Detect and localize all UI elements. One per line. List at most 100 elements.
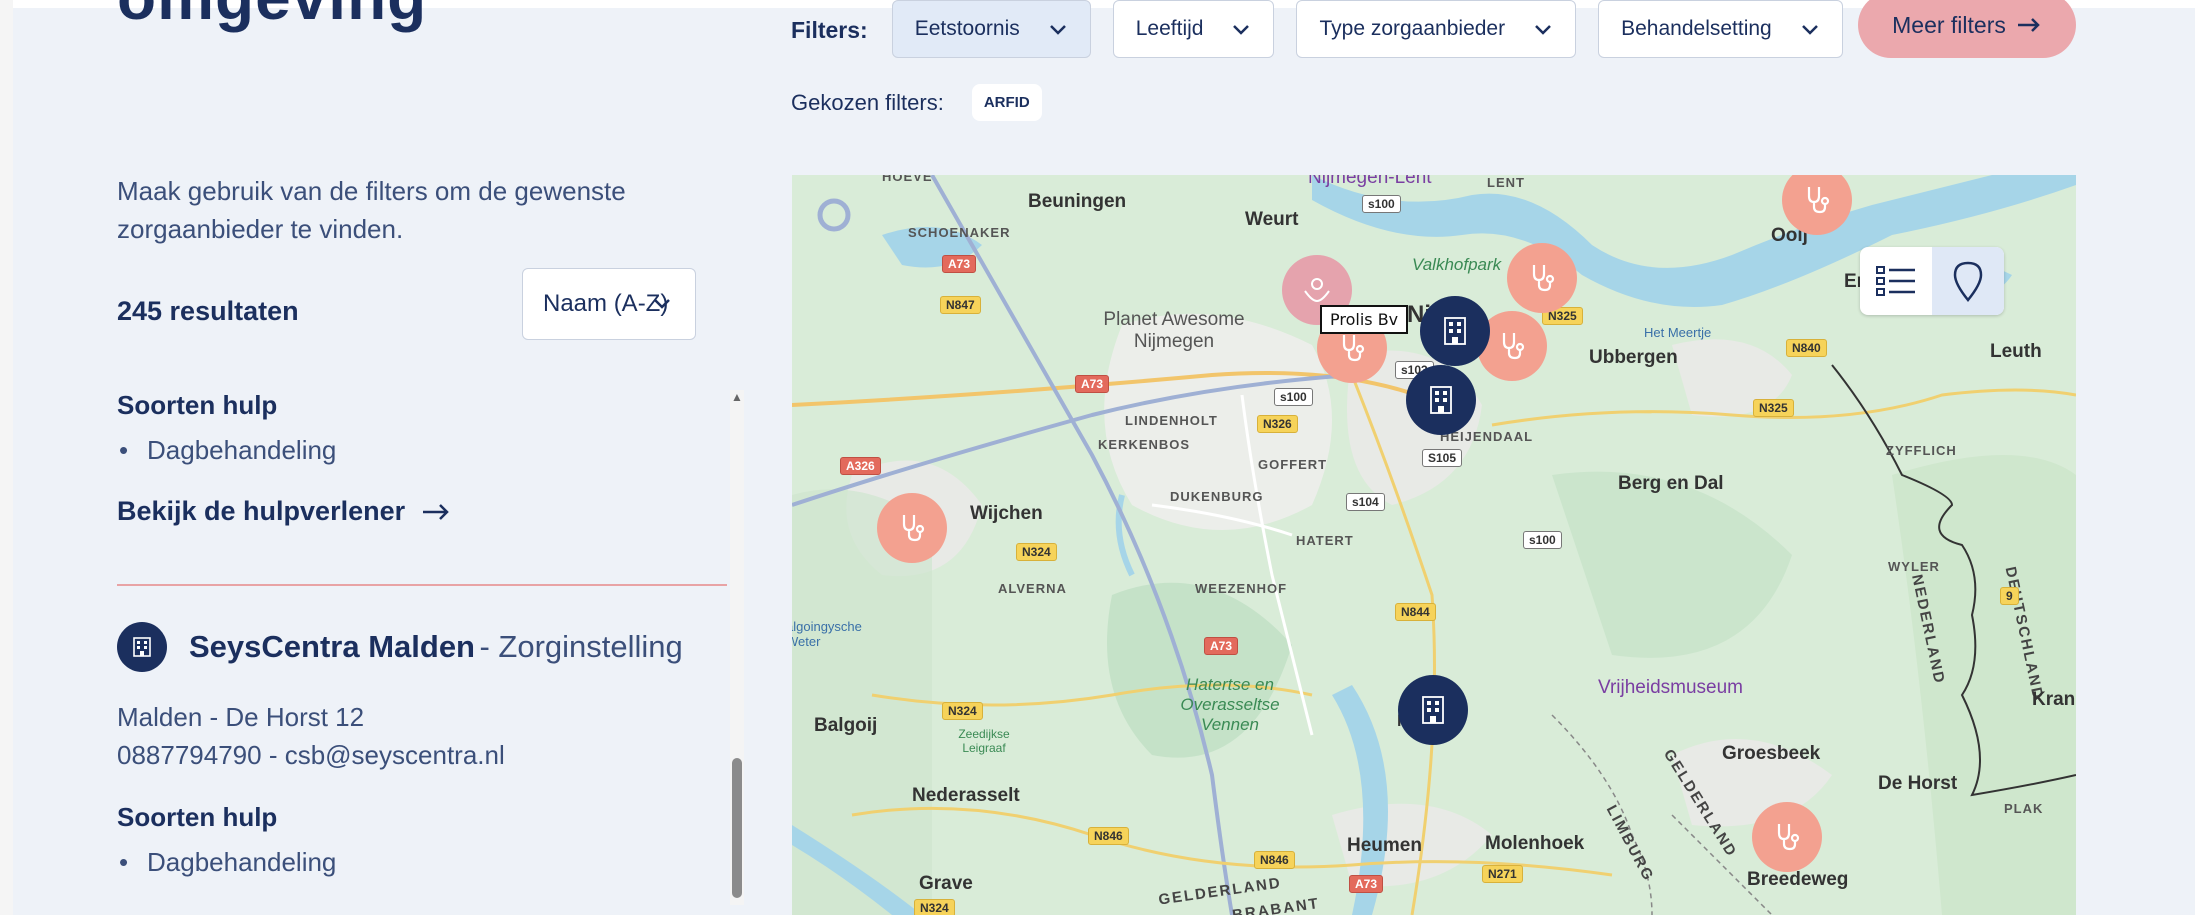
sort-select[interactable]: Naam (A-Z) — [522, 268, 696, 340]
results-count: 245 resultaten — [117, 296, 299, 326]
map-label: PLAK — [2004, 801, 2044, 816]
stethoscope-icon — [902, 515, 925, 542]
help-types-title: Soorten hulp — [117, 802, 278, 832]
result-item: SeysCentra Malden - Zorginstelling Malde… — [117, 622, 727, 878]
stethoscope-icon — [1342, 335, 1365, 362]
caring-hands-icon — [1304, 278, 1330, 303]
filter-leeftijd[interactable]: Leeftijd — [1112, 0, 1275, 58]
chevron-down-icon — [654, 299, 670, 309]
stethoscope-icon — [1502, 333, 1525, 360]
map[interactable]: HOEVE Beuningen SCHOENAKER Weurt Nijmege… — [792, 175, 2076, 915]
road-shield: s100 — [1274, 388, 1313, 406]
more-filters-button[interactable]: Meer filters — [1858, 0, 2076, 58]
result-divider — [117, 584, 727, 586]
view-provider-label: Bekijk de hulpverlener — [117, 496, 406, 526]
map-label: LINDENHOLT — [1125, 413, 1218, 428]
road-shield: A73 — [942, 255, 977, 273]
list-view-button[interactable] — [1860, 247, 1932, 315]
list-icon — [1876, 266, 1915, 296]
map-label: Nederasselt — [912, 785, 1020, 806]
road-shield: A73 — [1349, 875, 1384, 893]
road-shield: N844 — [1395, 603, 1436, 621]
road-shield: N846 — [1254, 851, 1295, 869]
road-shield: N324 — [942, 702, 983, 720]
map-marker-practitioner[interactable] — [1752, 802, 1822, 872]
stethoscope-icon — [1532, 265, 1555, 292]
map-marker-institution[interactable] — [1420, 296, 1490, 366]
map-marker-practitioner[interactable] — [1507, 243, 1577, 313]
stethoscope-icon — [1807, 187, 1830, 214]
help-types-title: Soorten hulp — [117, 390, 278, 420]
arrow-right-icon — [2017, 18, 2040, 32]
provider-address: Malden - De Horst 12 — [117, 702, 365, 732]
chevron-down-icon — [1801, 25, 1818, 35]
map-label: GOFFERT — [1258, 457, 1328, 472]
arrow-right-icon — [423, 503, 449, 520]
map-label: Molenhoek — [1485, 833, 1585, 854]
map-label: Valkhofpark — [1412, 255, 1502, 274]
intro-text: Maak gebruik van de filters om de gewens… — [117, 176, 626, 244]
window-edge — [0, 0, 13, 915]
road-shield: N846 — [1088, 827, 1129, 845]
map-label: LENT — [1487, 175, 1525, 190]
road-shield: A73 — [1075, 375, 1110, 393]
filters-bar: Filters: Eetstoornis Leeftijd Type zorga… — [791, 0, 1865, 60]
map-marker-institution[interactable] — [1406, 365, 1476, 435]
road-shield: N324 — [1016, 543, 1057, 561]
filter-label: Leeftijd — [1135, 17, 1204, 40]
filters-label: Filters: — [791, 16, 868, 43]
map-label: Vrijheidsmuseum — [1598, 677, 1744, 698]
view-toggle — [1860, 247, 2004, 315]
map-label: Nijmegen-Lent — [1308, 175, 1432, 188]
map-label: Kran — [2032, 689, 2076, 710]
filter-label: Eetstoornis — [914, 17, 1020, 40]
more-filters-label: Meer filters — [1892, 11, 2006, 38]
filter-chip[interactable]: ARFID — [971, 84, 1042, 121]
road-shield: s100 — [1362, 195, 1401, 213]
map-marker-institution[interactable] — [1398, 675, 1468, 745]
map-label: Wijchen — [970, 503, 1043, 524]
road-shield: N324 — [914, 899, 955, 915]
map-label: algoingysche Weter — [792, 619, 862, 649]
road-shield: A73 — [1204, 637, 1239, 655]
view-provider-link[interactable]: Bekijk de hulpverlener — [117, 496, 727, 527]
scroll-thumb[interactable] — [732, 758, 742, 898]
map-label: DUKENBURG — [1170, 489, 1264, 504]
provider-type: - Zorginstelling — [479, 629, 683, 664]
filter-eetstoornis[interactable]: Eetstoornis — [891, 0, 1091, 58]
map-label: SCHOENAKER — [908, 225, 1011, 240]
map-label: Het Meertje — [1644, 325, 1712, 340]
help-type-item: Dagbehandeling — [117, 435, 727, 466]
building-icon — [1430, 386, 1452, 414]
results-scrollbar[interactable]: ▲ — [730, 390, 744, 905]
map-label: WYLER — [1888, 559, 1940, 574]
map-label: Grave — [919, 873, 973, 894]
provider-name[interactable]: SeysCentra Malden — [189, 629, 475, 664]
filter-type-zorgaanbieder[interactable]: Type zorgaanbieder — [1296, 0, 1577, 58]
chosen-filters: Gekozen filters: ARFID — [791, 84, 1042, 121]
map-tooltip: Prolis Bv — [1320, 305, 1409, 334]
road-shield: N325 — [1753, 399, 1794, 417]
road-shield: N271 — [1482, 865, 1523, 883]
chevron-down-icon — [1233, 25, 1250, 35]
building-icon — [1422, 696, 1444, 724]
map-pin-icon — [1953, 261, 1983, 302]
map-label: Hatertse en Overasseltse Vennen — [1180, 675, 1280, 734]
map-label: De Horst — [1878, 773, 1958, 794]
building-icon — [1444, 317, 1466, 345]
road-shield: s104 — [1346, 493, 1385, 511]
scroll-up-arrow-icon[interactable]: ▲ — [730, 390, 744, 412]
map-label: Leuth — [1990, 341, 2042, 362]
map-label: HATERT — [1296, 533, 1354, 548]
road-shield: 9 — [2000, 587, 2019, 605]
chevron-down-icon — [1535, 25, 1551, 35]
map-label: ZYFFLICH — [1886, 443, 1957, 458]
map-marker-practitioner[interactable] — [877, 493, 947, 563]
filter-behandelsetting[interactable]: Behandelsetting — [1598, 0, 1843, 58]
map-label: Zeedijkse Leigraaf — [958, 727, 1010, 755]
result-item: Soorten hulp Dagbehandeling Bekijk de hu… — [117, 390, 727, 527]
help-type-item: Dagbehandeling — [117, 847, 727, 878]
map-label: HOEVE — [882, 175, 933, 184]
map-view-button[interactable] — [1932, 247, 2004, 315]
chosen-filters-label: Gekozen filters: — [791, 89, 944, 115]
